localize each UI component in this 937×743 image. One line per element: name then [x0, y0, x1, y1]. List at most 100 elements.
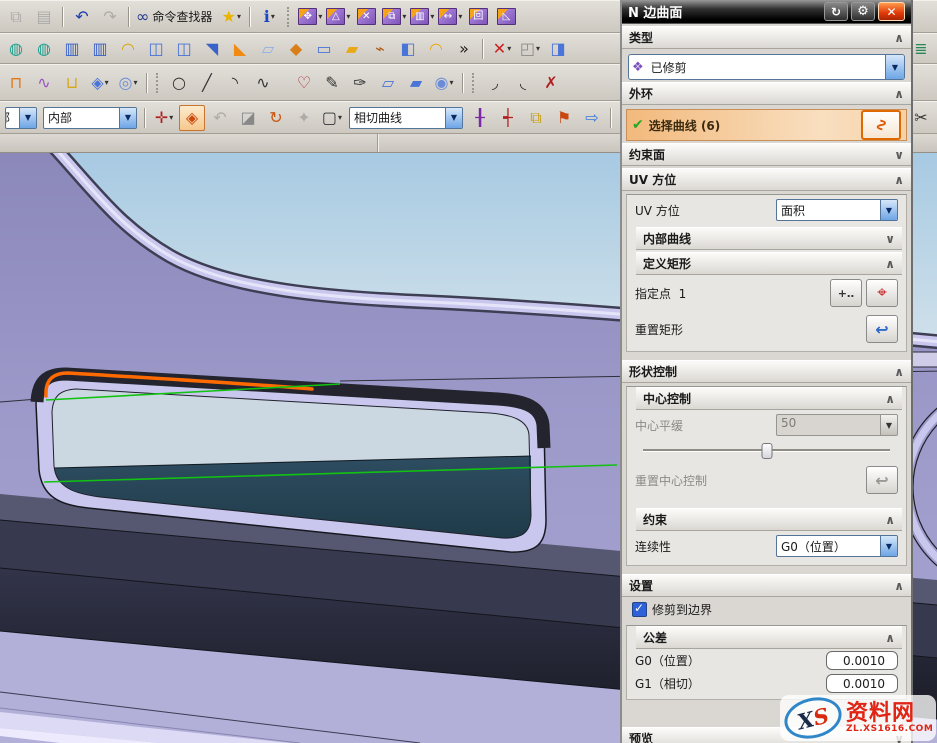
dropdown-arrow-icon[interactable]: [19, 108, 36, 128]
pattern-face-icon[interactable]: ▥▾: [409, 4, 435, 30]
delete-face-icon[interactable]: ✕: [353, 4, 379, 30]
resize-face-icon[interactable]: ↔▾: [437, 4, 463, 30]
curve-length-icon[interactable]: ✗: [538, 70, 564, 96]
dialog-reset-button[interactable]: [824, 2, 848, 21]
pull-face-icon[interactable]: △▾: [325, 4, 351, 30]
divide-curve-icon[interactable]: ◟: [510, 70, 536, 96]
law-extension-icon[interactable]: ⌁: [367, 36, 393, 62]
dropdown-arrow-icon[interactable]: ▾: [458, 12, 462, 21]
section-inner-curves[interactable]: 内部曲线: [636, 227, 902, 250]
spline-pole-icon[interactable]: ✑: [347, 70, 373, 96]
section-uv-orientation[interactable]: UV 方位: [622, 168, 911, 191]
dropdown-arrow-icon[interactable]: ▾: [338, 113, 342, 122]
paste-icon[interactable]: ▤: [31, 4, 57, 30]
split-body-icon[interactable]: ◫: [171, 36, 197, 62]
unsew-icon[interactable]: ◍: [3, 36, 29, 62]
dropdown-arrow-icon[interactable]: [880, 536, 897, 556]
center-flat-spinner[interactable]: 50: [776, 414, 898, 436]
section-tolerance[interactable]: 公差: [636, 626, 902, 649]
dropdown-arrow-icon[interactable]: [885, 55, 904, 79]
collapse-chevron-icon[interactable]: [885, 631, 895, 645]
wrap-geometry-icon[interactable]: ◨: [545, 36, 571, 62]
dropdown-arrow-icon[interactable]: ▾: [449, 78, 453, 87]
dropdown-arrow-icon[interactable]: ▾: [133, 78, 137, 87]
studio-spline-icon[interactable]: ∿: [250, 70, 276, 96]
select-endpoint-icon[interactable]: ⚑: [551, 105, 577, 131]
expand-chevron-icon[interactable]: [885, 232, 895, 246]
isoparametric-curve-icon[interactable]: ◉▾: [431, 70, 457, 96]
expand-chevron-icon[interactable]: [894, 148, 904, 162]
favorites-icon[interactable]: ★▾: [218, 4, 244, 30]
hand-icon[interactable]: ✦: [291, 105, 317, 131]
shell-icon[interactable]: ◰▾: [517, 36, 543, 62]
collapse-chevron-icon[interactable]: [885, 257, 895, 271]
uv-orientation-dropdown[interactable]: 面积: [776, 199, 898, 221]
section-define-rectangle[interactable]: 定义矩形: [636, 252, 902, 275]
dropdown-arrow-icon[interactable]: ▾: [536, 44, 540, 53]
dropdown-arrow-icon[interactable]: ▾: [430, 12, 434, 21]
swoop-icon[interactable]: ◠: [423, 36, 449, 62]
snap-point-icon[interactable]: ◈: [179, 105, 205, 131]
toolbar-grip[interactable]: [156, 73, 161, 93]
type-dropdown[interactable]: 已修剪: [628, 54, 905, 80]
toolbar-grip[interactable]: [472, 73, 477, 93]
collapse-chevron-icon[interactable]: [894, 31, 904, 45]
offset-surface-icon[interactable]: ▱: [255, 36, 281, 62]
dialog-settings-button[interactable]: [851, 2, 875, 21]
circle-icon[interactable]: ○: [166, 70, 192, 96]
collapse-chevron-icon[interactable]: [885, 392, 895, 406]
proceed-icon[interactable]: ⇨: [579, 105, 605, 131]
intersection-curve-icon[interactable]: ▰: [403, 70, 429, 96]
g1-tolerance-field[interactable]: 0.0010: [826, 674, 898, 693]
redo-icon[interactable]: ↷: [97, 4, 123, 30]
collapse-chevron-icon[interactable]: [894, 87, 904, 101]
sew-icon[interactable]: ▥: [59, 36, 85, 62]
dropdown-arrow-icon[interactable]: ▾: [237, 12, 241, 21]
eraser-icon[interactable]: ◪: [235, 105, 261, 131]
show-hide-icon[interactable]: ✕▾: [489, 36, 515, 62]
move-face-icon[interactable]: ✥▾: [297, 4, 323, 30]
section-type[interactable]: 类型: [622, 26, 911, 49]
trim-sheet-icon[interactable]: ◥: [199, 36, 225, 62]
dropdown-arrow-icon[interactable]: ▾: [402, 12, 406, 21]
n-sided-surface-icon[interactable]: ◈▾: [87, 70, 113, 96]
dropdown-arrow-icon[interactable]: [445, 108, 462, 128]
point-dialog-button[interactable]: [830, 279, 862, 307]
command-finder-icon[interactable]: ∞命令查找器: [135, 4, 216, 30]
cross-section-icon[interactable]: 回: [465, 4, 491, 30]
marquee-select-icon[interactable]: ▢▾: [319, 105, 345, 131]
dropdown-arrow-icon[interactable]: ▾: [105, 78, 109, 87]
tube-cage-icon[interactable]: ⊔: [59, 70, 85, 96]
arc-icon[interactable]: ◝: [222, 70, 248, 96]
section-settings[interactable]: 设置: [622, 574, 911, 597]
selection-scope-dropdown[interactable]: 内部: [43, 107, 137, 129]
spline-point-icon[interactable]: ✎: [319, 70, 345, 96]
continuity-dropdown[interactable]: G0（位置）: [776, 535, 898, 557]
trim-to-boundary-checkbox[interactable]: [632, 602, 647, 617]
thicken-icon[interactable]: ◧: [395, 36, 421, 62]
unsew-sheet-icon[interactable]: ▥: [87, 36, 113, 62]
center-flat-slider[interactable]: [643, 442, 890, 458]
spinner-down-icon[interactable]: [880, 415, 897, 435]
dropdown-arrow-icon[interactable]: [119, 108, 136, 128]
dropdown-arrow-icon[interactable]: ▾: [271, 12, 275, 21]
slider-thumb[interactable]: [761, 443, 772, 459]
toolbar-overflow-icon[interactable]: »: [451, 36, 477, 62]
undo-selection-icon[interactable]: ↶: [207, 105, 233, 131]
reset-center-button[interactable]: [866, 466, 898, 494]
collapse-chevron-icon[interactable]: [894, 365, 904, 379]
select-curve-row[interactable]: 选择曲线 (6): [626, 109, 907, 141]
dropdown-arrow-icon[interactable]: ▾: [346, 12, 350, 21]
remove-parameters-icon[interactable]: ◍: [31, 36, 57, 62]
reset-rectangle-button[interactable]: [866, 315, 898, 343]
dropdown-arrow-icon[interactable]: ▾: [169, 113, 173, 122]
project-curve-icon[interactable]: ▱: [375, 70, 401, 96]
stop-short-icon[interactable]: ┽: [495, 105, 521, 131]
tube-icon[interactable]: ◎▾: [115, 70, 141, 96]
undo-icon[interactable]: ↶: [69, 4, 95, 30]
follow-chain-icon[interactable]: ⧉: [523, 105, 549, 131]
dropdown-arrow-icon[interactable]: [880, 200, 897, 220]
section-shape-control[interactable]: 形状控制: [622, 360, 911, 383]
section-outer-loop[interactable]: 外环: [622, 82, 911, 105]
toolbar-grip[interactable]: [287, 7, 292, 27]
